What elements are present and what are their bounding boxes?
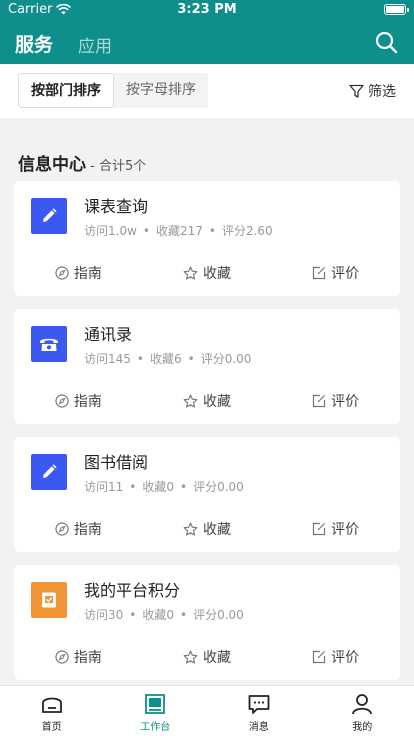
favorite-label: 收藏 (203, 522, 231, 538)
rating: 评分0.00 (193, 608, 244, 622)
service-card[interactable]: 课表查询 访问1.0w • 收藏217 • 评分2.60 指南 收藏 评价 (14, 181, 400, 296)
card-actions: 指南 收藏 评价 (14, 645, 400, 669)
favorites-count: 收藏0 (142, 608, 174, 622)
compass-icon (55, 266, 69, 280)
favorite-label: 收藏 (203, 650, 231, 666)
favorite-button[interactable]: 收藏 (143, 389, 272, 413)
section-total: - 合计5个 (86, 159, 147, 174)
card-stats: 访问30 • 收藏0 • 评分0.00 (84, 608, 244, 622)
star-icon (183, 266, 198, 280)
guide-label: 指南 (73, 522, 102, 538)
review-label: 评价 (331, 394, 360, 410)
points-icon (31, 582, 67, 618)
tab-home-label: 首页 (41, 722, 62, 733)
edit-icon (313, 266, 326, 280)
review-button[interactable]: 评价 (271, 389, 400, 413)
guide-label: 指南 (73, 266, 102, 282)
filter-button[interactable]: 筛选 (349, 81, 396, 101)
battery-icon (384, 4, 409, 15)
favorite-label: 收藏 (203, 266, 231, 282)
service-card[interactable]: 通讯录 访问145 • 收藏6 • 评分0.00 指南 收藏 评价 (14, 309, 400, 424)
tab-mine[interactable]: 我的 (311, 686, 414, 736)
review-label: 评价 (331, 522, 360, 538)
sort-bar: 按部门排序 按字母排序 筛选 (0, 64, 414, 118)
guide-button[interactable]: 指南 (14, 517, 143, 541)
review-label: 评价 (331, 650, 360, 666)
message-icon (248, 695, 270, 714)
visits: 访问11 (84, 480, 124, 494)
section-title-text: 信息中心 (18, 155, 86, 175)
user-icon (352, 694, 373, 715)
card-stats: 访问1.0w • 收藏217 • 评分2.60 (84, 224, 273, 238)
visits: 访问30 (84, 608, 124, 622)
guide-label: 指南 (73, 394, 102, 410)
favorite-button[interactable]: 收藏 (143, 645, 272, 669)
card-actions: 指南 收藏 评价 (14, 389, 400, 413)
tab-app[interactable]: 应用 (78, 32, 112, 57)
card-stats: 访问11 • 收藏0 • 评分0.00 (84, 480, 244, 494)
tab-mine-label: 我的 (352, 722, 373, 733)
pencil-icon (31, 454, 67, 490)
edit-icon (313, 394, 326, 408)
card-actions: 指南 收藏 评价 (14, 261, 400, 285)
compass-icon (55, 650, 69, 664)
guide-button[interactable]: 指南 (14, 261, 143, 285)
phone-icon (31, 326, 67, 362)
status-time: 3:23 PM (177, 2, 237, 17)
filter-label: 筛选 (368, 84, 396, 100)
review-label: 评价 (331, 266, 360, 282)
funnel-icon (349, 84, 364, 98)
star-icon (183, 522, 198, 536)
favorites-count: 收藏217 (155, 224, 203, 238)
tab-home[interactable]: 首页 (0, 686, 104, 736)
edit-icon (313, 522, 326, 536)
pencil-icon (31, 198, 67, 234)
visits: 访问145 (84, 352, 131, 366)
favorite-button[interactable]: 收藏 (143, 517, 272, 541)
sort-by-department-button[interactable]: 按部门排序 (18, 73, 114, 108)
tab-messages[interactable]: 消息 (207, 686, 311, 736)
favorites-count: 收藏6 (149, 352, 182, 366)
card-title: 图书借阅 (84, 453, 149, 472)
tab-service[interactable]: 服务 (15, 30, 53, 57)
tab-workbench-label: 工作台 (140, 722, 171, 733)
review-button[interactable]: 评价 (271, 261, 400, 285)
edit-icon (313, 650, 326, 664)
service-card[interactable]: 图书借阅 访问11 • 收藏0 • 评分0.00 指南 收藏 评价 (14, 437, 400, 552)
guide-button[interactable]: 指南 (14, 645, 143, 669)
star-icon (183, 650, 198, 664)
favorites-count: 收藏0 (142, 480, 174, 494)
status-bar: Carrier 3:23 PM (0, 0, 414, 20)
app-header: 服务 应用 (0, 20, 414, 64)
rating: 评分0.00 (200, 352, 252, 366)
card-title: 我的平台积分 (84, 581, 181, 600)
favorite-button[interactable]: 收藏 (143, 261, 272, 285)
guide-label: 指南 (73, 650, 102, 666)
section-title: 信息中心 - 合计5个 (18, 150, 146, 175)
rating: 评分2.60 (221, 224, 273, 238)
workbench-icon (145, 694, 166, 714)
review-button[interactable]: 评价 (271, 517, 400, 541)
home-icon (41, 697, 62, 713)
compass-icon (55, 394, 69, 408)
service-card[interactable]: 我的平台积分 访问30 • 收藏0 • 评分0.00 指南 收藏 评价 (14, 565, 400, 680)
visits: 访问1.0w (84, 224, 137, 238)
card-title: 课表查询 (84, 197, 149, 216)
rating: 评分0.00 (193, 480, 244, 494)
sort-toggle: 按部门排序 按字母排序 (18, 73, 208, 108)
card-title: 通讯录 (84, 325, 133, 344)
compass-icon (55, 522, 69, 536)
review-button[interactable]: 评价 (271, 645, 400, 669)
bottom-tab-bar: 首页 工作台 消息 我的 (0, 685, 414, 736)
tab-messages-label: 消息 (248, 722, 269, 733)
favorite-label: 收藏 (203, 394, 231, 410)
sort-by-letter-button[interactable]: 按字母排序 (114, 73, 208, 108)
card-actions: 指南 收藏 评价 (14, 517, 400, 541)
search-icon[interactable] (374, 30, 398, 54)
guide-button[interactable]: 指南 (14, 389, 143, 413)
card-stats: 访问145 • 收藏6 • 评分0.00 (84, 352, 252, 366)
star-icon (183, 394, 198, 408)
tab-workbench[interactable]: 工作台 (104, 686, 208, 736)
